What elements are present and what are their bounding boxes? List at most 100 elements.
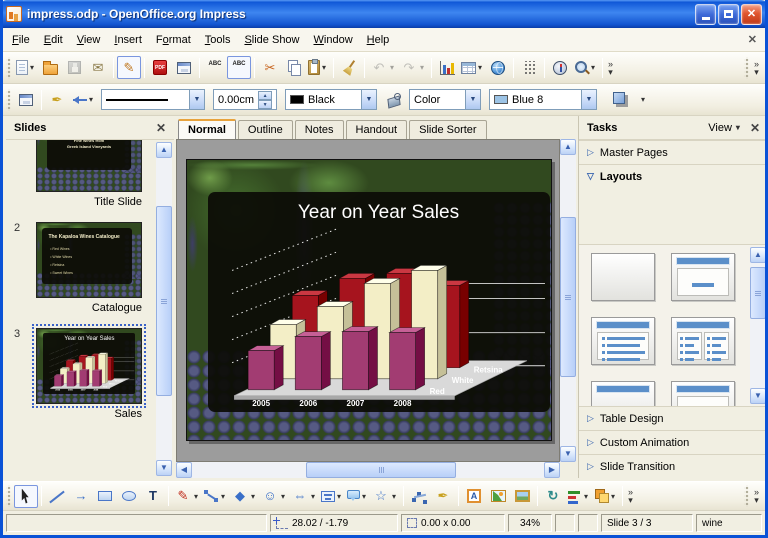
undo-button[interactable]: ↶▾ [368,56,398,79]
line-button[interactable] [45,485,69,508]
new-document-button[interactable]: ▾ [14,56,38,79]
hyperlink-button[interactable] [486,56,510,79]
scroll-up-icon[interactable]: ▲ [750,247,766,263]
undo-dropdown-icon[interactable]: ▾ [388,63,396,72]
block-arrows-dropdown-icon[interactable]: ▾ [309,492,317,501]
toolbar-overflow-button[interactable]: »▾ [608,60,613,76]
symbol-shapes-dropdown-icon[interactable]: ▾ [279,492,287,501]
toolbar-overflow-button[interactable]: »▾ [754,60,759,76]
slides-panel-close-icon[interactable]: ✕ [156,121,166,135]
scroll-right-icon[interactable]: ▶ [544,462,560,478]
layout-title-empty[interactable] [671,381,735,406]
from-file-button[interactable] [486,485,510,508]
alignment-button[interactable]: ▾ [565,485,592,508]
toolbar-grip[interactable] [6,89,11,111]
layout-blank[interactable] [591,253,655,301]
toolbar-grip[interactable] [744,57,749,79]
paste-button[interactable]: ▾ [306,56,330,79]
select-button[interactable] [14,485,38,508]
paintcan-button[interactable] [381,88,405,111]
menu-window[interactable]: Window [307,30,360,50]
scroll-left-icon[interactable]: ◀ [176,462,192,478]
tab-handout[interactable]: Handout [346,120,408,139]
fill-color-combo[interactable]: Blue 8 ▼ [489,89,597,110]
line-color-combo[interactable]: Black ▼ [285,89,377,110]
menu-file[interactable]: File [5,30,37,50]
section-custom-animation[interactable]: ▷Custom Animation [579,430,768,454]
insert-chart-button[interactable] [435,56,459,79]
arrange-dropdown-icon[interactable]: ▾ [609,492,617,501]
menu-format[interactable]: Format [149,30,198,50]
tab-slide-sorter[interactable]: Slide Sorter [409,120,486,139]
flowchart-dropdown-icon[interactable]: ▾ [335,492,343,501]
status-small-2[interactable] [578,514,598,532]
text-button[interactable]: T [141,485,165,508]
line-color-dropdown-icon[interactable]: ▼ [361,90,376,109]
slide-thumbnail[interactable]: Fine wines fromGreek Island Vineyards [36,140,142,192]
maximize-button[interactable] [718,4,739,25]
gallery-button[interactable] [510,485,534,508]
fill-type-dropdown-icon[interactable]: ▼ [465,90,480,109]
document-close-icon[interactable]: ✕ [748,33,757,46]
display-grid-button[interactable] [517,56,541,79]
status-small-1[interactable] [555,514,575,532]
rotate-button[interactable]: ↻ [541,485,565,508]
format-paintbrush-button[interactable] [337,56,361,79]
basic-shapes-dropdown-icon[interactable]: ▾ [249,492,257,501]
menu-insert[interactable]: Insert [107,30,149,50]
rectangle-button[interactable] [93,485,117,508]
status-empty[interactable] [6,514,267,532]
layouts-scrollbar[interactable]: ▲ ▼ [750,247,766,404]
zoom-level[interactable]: 34% [508,514,552,532]
horizontal-scroll-thumb[interactable] [306,462,456,478]
edit-points-button[interactable] [407,485,431,508]
slide-thumbnail[interactable]: The Kapaloa Wines Catalogue• Red Wines• … [36,222,142,298]
scroll-down-icon[interactable]: ▼ [560,446,576,462]
menu-help[interactable]: Help [360,30,397,50]
symbol-shapes-button[interactable]: ☺▾ [259,485,289,508]
open-folder-button[interactable] [38,56,62,79]
new-document-dropdown-icon[interactable]: ▾ [28,63,36,72]
vertical-scroll-thumb[interactable] [560,217,576,377]
fontwork-button[interactable]: A [462,485,486,508]
scroll-up-icon[interactable]: ▲ [156,142,172,158]
impress-app-icon[interactable] [6,6,22,22]
slide-canvas[interactable]: Year on Year Sales2005200620072008RedWhi… [186,159,552,441]
stars-button[interactable]: ☆▾ [370,485,400,508]
tasks-panel-close-icon[interactable]: ✕ [750,121,760,135]
menu-view[interactable]: View [70,30,108,50]
scroll-up-icon[interactable]: ▲ [560,139,576,155]
basic-shapes-button[interactable]: ◆▾ [229,485,259,508]
slide-list-item[interactable]: 2The Kapaloa Wines Catalogue• Red Wines•… [12,222,154,314]
arrow-button[interactable]: → [69,485,93,508]
arrow-style-button[interactable]: ▾ [69,88,97,111]
export-pdf-button[interactable]: PDF [148,56,172,79]
slide-list-item[interactable]: Fine wines fromGreek Island VineyardsTit… [12,140,154,208]
scroll-down-icon[interactable]: ▼ [156,460,172,476]
alignment-dropdown-icon[interactable]: ▾ [582,492,590,501]
section-master-pages[interactable]: ▷Master Pages [579,140,768,164]
section-layouts[interactable]: ▽Layouts [579,164,768,188]
minimize-button[interactable] [695,4,716,25]
horizontal-scrollbar[interactable]: ◀ ▶ [176,462,560,478]
block-arrows-button[interactable]: ⇔▾ [289,485,319,508]
tasks-view-dropdown-icon[interactable]: ▾ [736,123,740,132]
auto-spellcheck-button[interactable]: ABC [227,56,251,79]
spellcheck-button[interactable]: ABC [203,56,227,79]
toolbar-overflow-button[interactable]: »▾ [754,488,759,504]
slides-scroll-thumb[interactable] [156,206,172,396]
insert-table-button[interactable]: ▾ [459,56,486,79]
stars-dropdown-icon[interactable]: ▾ [390,492,398,501]
object-size[interactable]: 0.00 x 0.00 [401,514,505,532]
glue-points-button[interactable]: ✒ [431,485,455,508]
tab-outline[interactable]: Outline [238,120,293,139]
cursor-position[interactable]: 28.02 / -1.79 [270,514,398,532]
slide-thumbnail-selected[interactable]: Year on Year Sales2005200620072008RedWhi… [36,328,142,404]
tab-notes[interactable]: Notes [295,120,344,139]
redo-dropdown-icon[interactable]: ▾ [418,63,426,72]
close-button[interactable]: ✕ [741,4,762,25]
styles-window-button[interactable] [14,88,38,111]
chart-object[interactable]: Year on Year Sales2005200620072008RedWhi… [208,192,550,412]
paste-dropdown-icon[interactable]: ▾ [320,63,328,72]
callouts-button[interactable]: ▾ [345,485,370,508]
